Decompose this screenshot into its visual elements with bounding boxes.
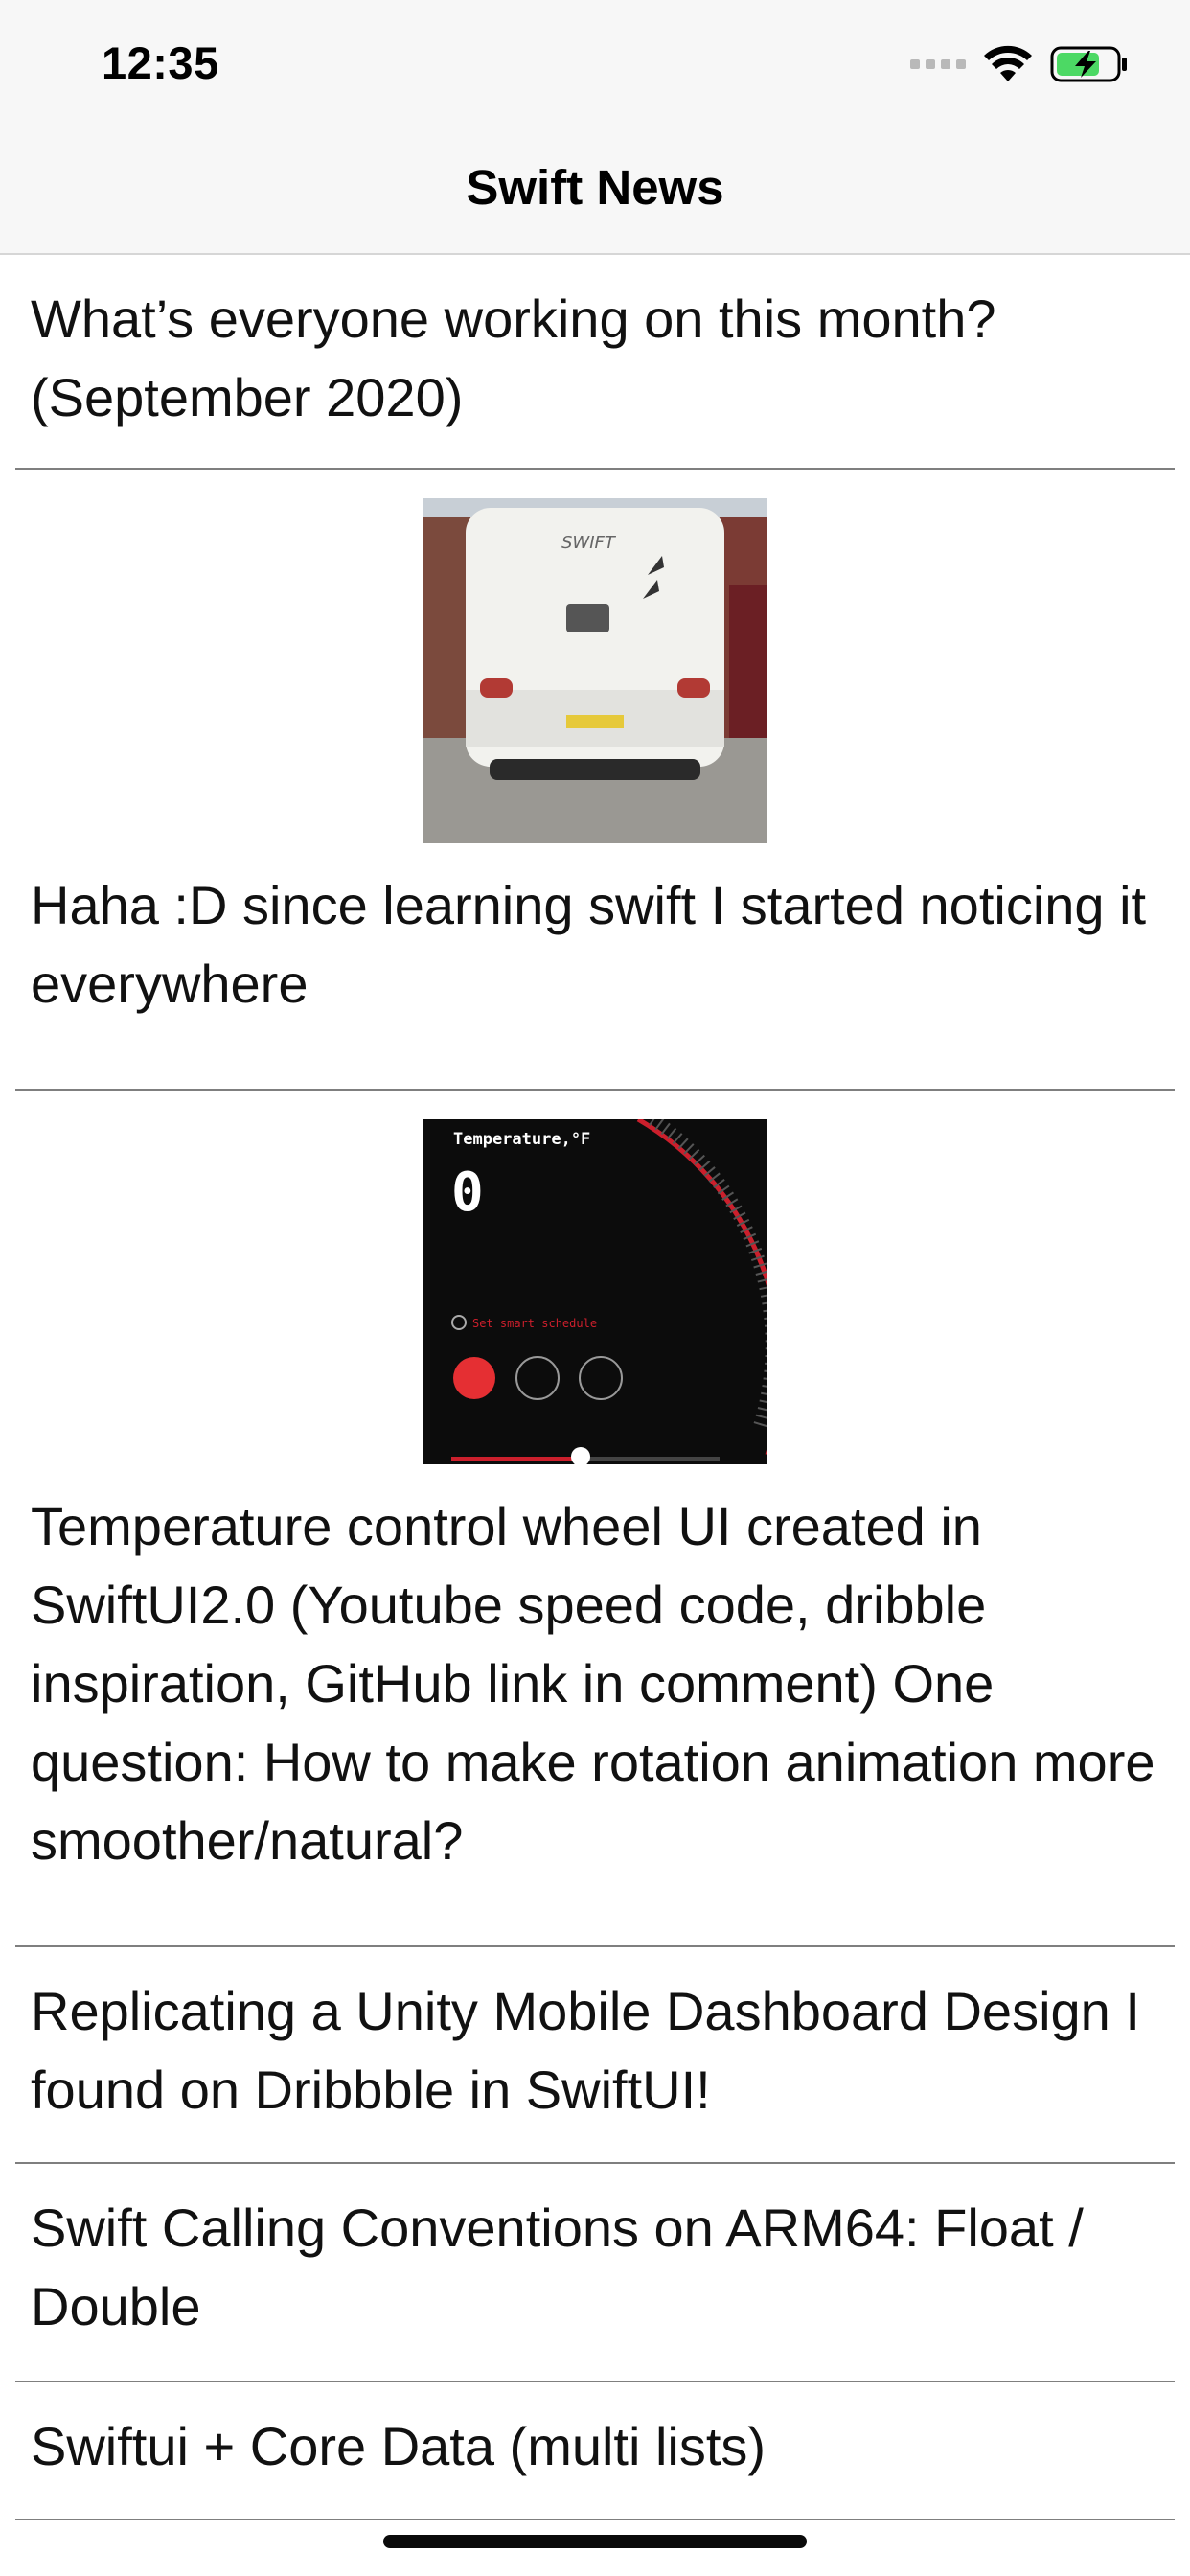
cellular-signal-icon bbox=[910, 59, 966, 69]
news-list[interactable]: What’s everyone working on this month? (… bbox=[0, 255, 1190, 2520]
status-icons bbox=[910, 42, 1129, 86]
post-title: Swiftui + Core Data (multi lists) bbox=[31, 2416, 767, 2476]
list-item[interactable]: SWIFT Haha :D since learning swift I sta… bbox=[15, 498, 1175, 1091]
post-title: Temperature control wheel UI created in … bbox=[31, 1496, 1156, 1871]
home-indicator[interactable] bbox=[383, 2535, 807, 2548]
temperature-ui-thumbnail: Temperature,°F 0 Set smart schedule bbox=[423, 1119, 767, 1464]
thumbnail-value: 0 bbox=[451, 1162, 484, 1224]
list-item[interactable]: Replicating a Unity Mobile Dashboard Des… bbox=[15, 1947, 1175, 2164]
navigation-bar: 12:35 Swift News bbox=[0, 0, 1190, 255]
svg-text:SWIFT: SWIFT bbox=[561, 533, 617, 553]
page-title: Swift News bbox=[466, 160, 724, 215]
post-title: Swift Calling Conventions on ARM64: Floa… bbox=[31, 2197, 1084, 2336]
thumbnail-label: Temperature,°F bbox=[453, 1130, 590, 1149]
list-item[interactable]: Temperature,°F 0 Set smart schedule Temp… bbox=[15, 1119, 1175, 1947]
post-title: Replicating a Unity Mobile Dashboard Des… bbox=[31, 1981, 1140, 2120]
post-title: What’s everyone working on this month? (… bbox=[31, 288, 996, 427]
status-time: 12:35 bbox=[102, 37, 219, 88]
thumbnail-caption: Set smart schedule bbox=[472, 1317, 597, 1330]
list-item[interactable]: Swift Calling Conventions on ARM64: Floa… bbox=[15, 2164, 1175, 2382]
caravan-photo-thumbnail: SWIFT bbox=[423, 498, 767, 843]
app-screen: 12:35 Swift News What’s everyone working… bbox=[0, 0, 1190, 2576]
post-title: Haha :D since learning swift I started n… bbox=[31, 875, 1147, 1014]
list-item[interactable]: What’s everyone working on this month? (… bbox=[15, 255, 1175, 470]
list-item[interactable]: Swiftui + Core Data (multi lists) bbox=[15, 2382, 1175, 2520]
battery-charging-icon bbox=[1050, 46, 1127, 82]
wifi-icon bbox=[984, 45, 1032, 81]
